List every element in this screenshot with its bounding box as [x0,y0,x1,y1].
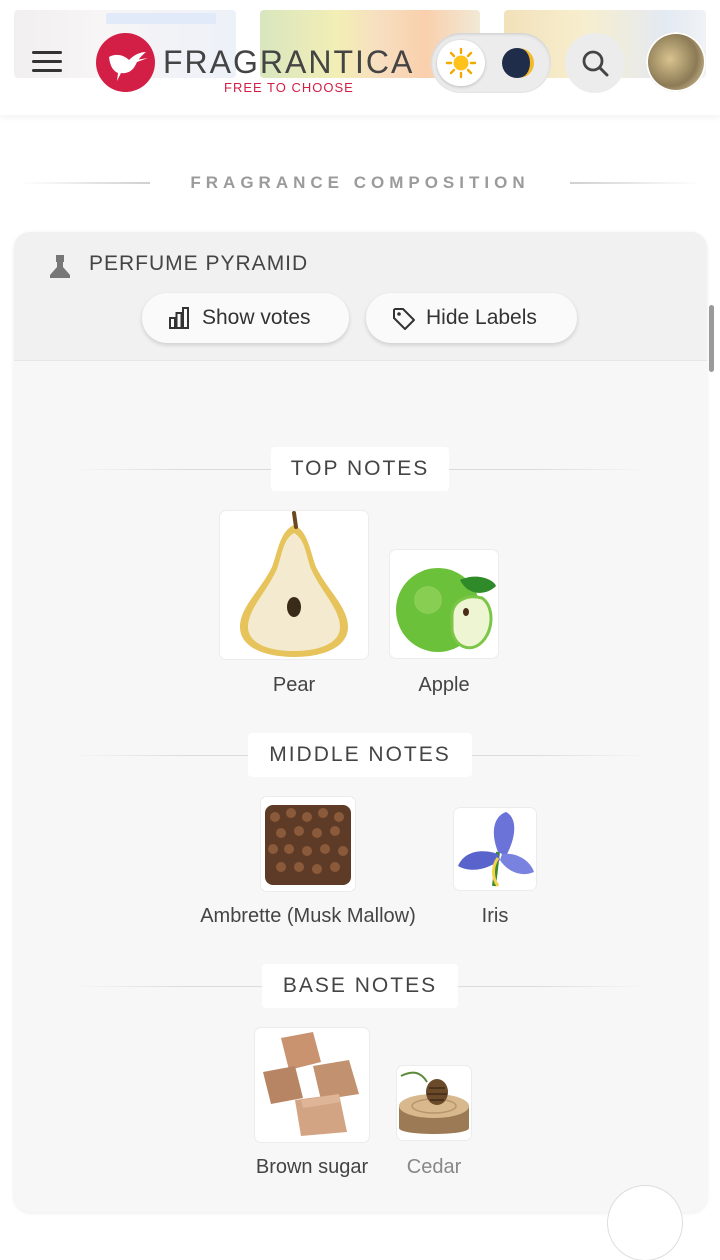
pyramid-title: PERFUME PYRAMID [89,252,309,275]
sun-icon[interactable] [437,40,485,86]
hide-labels-label: Hide Labels [426,306,537,329]
flask-icon [50,255,70,278]
brand-name[interactable]: FRAGRANTICA [163,44,414,81]
section-divider [570,182,700,184]
brown-sugar-image[interactable] [255,1028,369,1142]
theme-toggle[interactable] [431,33,551,93]
note-label-apple[interactable]: Apple [390,674,498,697]
iris-flower-image[interactable] [454,808,536,890]
user-avatar[interactable] [646,32,706,92]
middle-notes-title: MIDDLE NOTES [248,733,472,777]
pear-image[interactable] [220,511,368,659]
hamburger-menu-icon[interactable] [32,51,62,73]
ambrette-seeds-image[interactable] [261,797,355,891]
search-icon[interactable] [581,49,609,77]
moon-icon[interactable] [499,45,535,86]
cedar-image[interactable] [397,1066,471,1140]
note-label-ambrette[interactable]: Ambrette (Musk Mallow) [180,905,436,928]
note-label-brown-sugar[interactable]: Brown sugar [240,1156,384,1179]
bar-chart-icon [169,307,189,329]
hummingbird-logo-icon[interactable] [96,33,155,92]
show-votes-label: Show votes [202,306,311,329]
site-header: FRAGRANTICA FREE TO CHOOSE [0,0,720,115]
note-label-pear[interactable]: Pear [220,674,368,697]
scroll-to-top-button[interactable] [608,1186,682,1260]
tag-icon [393,308,415,330]
note-label-iris[interactable]: Iris [454,905,536,928]
brand-tagline: FREE TO CHOOSE [224,80,354,95]
top-notes-title: TOP NOTES [271,447,449,491]
hide-labels-button[interactable]: Hide Labels [366,293,577,343]
show-votes-button[interactable]: Show votes [142,293,349,343]
pyramid-toolbar: PERFUME PYRAMID Show votes Hide Labels [14,232,707,361]
apple-image[interactable] [390,550,498,658]
note-label-cedar[interactable]: Cedar [397,1156,471,1179]
base-notes-title: BASE NOTES [262,964,458,1008]
page-scrollbar[interactable] [709,305,714,372]
search-button[interactable] [565,33,625,93]
